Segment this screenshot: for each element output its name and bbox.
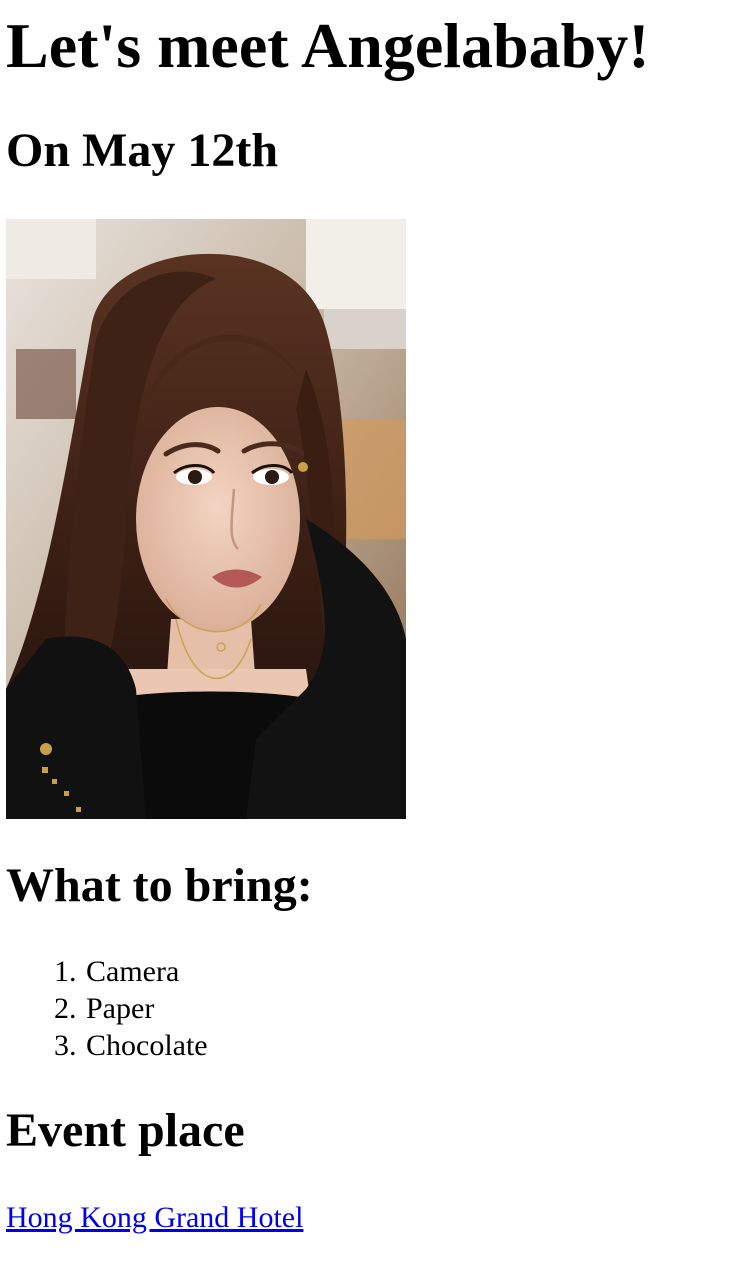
list-item-number: 2. [54, 992, 77, 1025]
hotel-link[interactable]: Hong Kong Grand Hotel [6, 1199, 303, 1236]
list-item-number: 1. [54, 955, 77, 988]
list-item-label: Camera [86, 955, 180, 988]
event-place-heading: Event place [6, 1104, 245, 1157]
portrait-illustration [6, 219, 406, 819]
portrait-photo [6, 219, 406, 819]
list-item-label: Paper [86, 992, 155, 1025]
what-to-bring-heading: What to bring: [6, 859, 313, 912]
event-date-heading: On May 12th [6, 124, 279, 177]
page-title: Let's meet Angelababy! [6, 10, 650, 81]
list-item-label: Chocolate [86, 1029, 208, 1062]
list-item-number: 3. [54, 1029, 77, 1062]
